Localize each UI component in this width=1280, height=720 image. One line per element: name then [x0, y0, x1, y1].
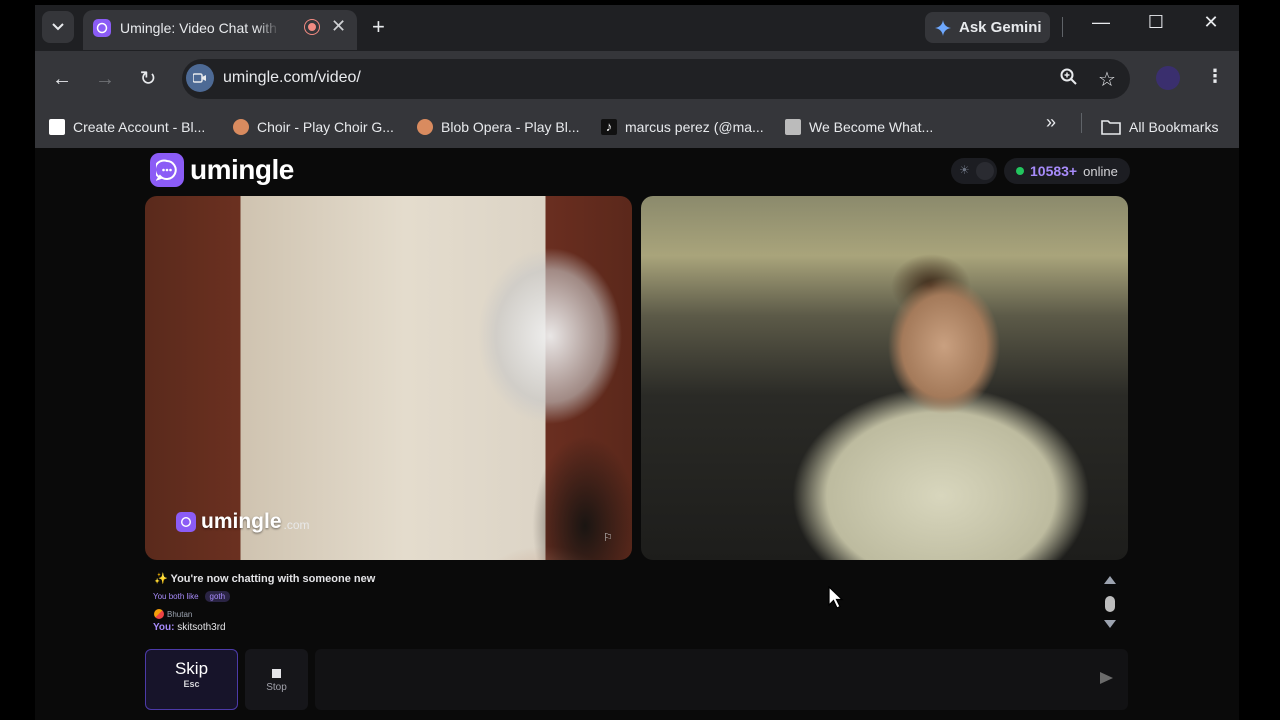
bhutan-flag-icon — [154, 609, 164, 619]
chat-bubble-icon — [176, 512, 196, 532]
bookmark-favicon-icon — [785, 119, 801, 135]
divider — [1062, 17, 1063, 37]
bookmark-label: Blob Opera - Play Bl... — [441, 119, 580, 135]
bookmark-label: Choir - Play Choir G... — [257, 119, 394, 135]
gemini-sparkle-icon — [935, 19, 951, 36]
mouse-cursor-icon — [828, 585, 844, 615]
bookmark-item[interactable]: Create Account - Bl... — [49, 114, 205, 140]
skip-label: Skip — [174, 659, 209, 678]
umingle-favicon-icon — [93, 19, 111, 37]
bookmark-item[interactable]: Choir - Play Choir G... — [233, 114, 394, 140]
zoom-icon[interactable] — [1060, 68, 1078, 91]
forward-icon[interactable]: → — [92, 66, 118, 92]
stop-icon — [272, 669, 281, 678]
online-counter: 10583+ online — [1004, 158, 1130, 184]
all-bookmarks-label: All Bookmarks — [1129, 119, 1219, 135]
url-text: umingle.com/video/ — [223, 69, 361, 86]
country-name: Bhutan — [167, 609, 193, 619]
bookmark-star-icon[interactable]: ☆ — [1098, 67, 1116, 92]
bookmark-favicon-icon — [233, 119, 249, 135]
interest-tag: goth — [204, 591, 231, 602]
sun-icon: ☀ — [959, 163, 970, 177]
toggle-knob — [976, 162, 994, 180]
chat-bubble-icon — [150, 153, 184, 187]
skip-button[interactable]: Skip Esc — [145, 649, 238, 710]
send-icon[interactable] — [1100, 672, 1113, 684]
site-info-icon[interactable] — [186, 64, 214, 92]
gemini-label: Ask Gemini — [959, 19, 1042, 36]
chat-log: ✨ You're now chatting with someone new Y… — [145, 567, 1128, 639]
divider — [1081, 113, 1082, 133]
skip-shortcut: Esc — [183, 679, 200, 689]
chat-message: You: skitsoth3rd — [153, 622, 226, 633]
tab-title: Umingle: Video Chat with Strangers — [120, 20, 280, 36]
ask-gemini-button[interactable]: Ask Gemini — [925, 12, 1050, 43]
message-input[interactable] — [315, 649, 1128, 710]
more-bookmarks-icon[interactable]: » — [1046, 112, 1056, 133]
new-tab-button[interactable]: + — [372, 14, 385, 40]
common-label: You both like — [153, 592, 199, 601]
tab-search-button[interactable] — [42, 11, 74, 43]
profile-avatar[interactable] — [1156, 66, 1180, 90]
scroll-thumb[interactable] — [1105, 596, 1115, 612]
bookmark-favicon-icon — [49, 119, 65, 135]
system-message: ✨ You're now chatting with someone new — [154, 573, 376, 585]
umingle-logo[interactable]: umingle — [150, 153, 294, 187]
folder-icon — [1101, 120, 1121, 135]
recording-icon — [305, 20, 319, 34]
message-text: skitsoth3rd — [177, 622, 226, 633]
watermark-suffix: .com — [283, 518, 310, 532]
maximize-icon[interactable]: ☐ — [1141, 12, 1171, 33]
chat-scrollbar[interactable] — [1102, 576, 1118, 632]
browser-tab[interactable]: Umingle: Video Chat with Strangers ✕ — [83, 10, 357, 50]
close-window-icon[interactable]: ✕ — [1196, 12, 1226, 33]
self-video — [641, 196, 1128, 560]
theme-toggle[interactable]: ☀ — [951, 158, 997, 184]
scroll-down-icon[interactable] — [1104, 620, 1116, 628]
online-count: 10583+ — [1030, 163, 1078, 179]
bookmark-item[interactable]: Blob Opera - Play Bl... — [417, 114, 580, 140]
minimize-icon[interactable]: — — [1086, 12, 1116, 33]
menu-icon[interactable]: ⋮ — [1206, 66, 1224, 87]
online-dot-icon — [1016, 167, 1024, 175]
reload-icon[interactable]: ↻ — [135, 66, 161, 92]
stranger-country: Bhutan — [154, 609, 192, 619]
stop-label: Stop — [266, 682, 287, 693]
chevron-down-icon — [52, 23, 64, 31]
common-interests: You both like goth — [153, 591, 231, 602]
tiktok-icon: ♪ — [601, 119, 617, 135]
bookmark-favicon-icon — [417, 119, 433, 135]
bookmark-label: Create Account - Bl... — [73, 119, 206, 135]
back-icon[interactable]: ← — [49, 66, 75, 92]
all-bookmarks-button[interactable]: All Bookmarks — [1101, 114, 1218, 140]
bookmark-label: marcus perez (@ma... — [625, 119, 764, 135]
stop-button[interactable]: Stop — [245, 649, 308, 710]
close-tab-icon[interactable]: ✕ — [331, 16, 346, 37]
watermark-text: umingle — [201, 510, 282, 533]
message-author: You: — [153, 622, 175, 633]
scroll-up-icon[interactable] — [1104, 576, 1116, 584]
stranger-video — [145, 196, 632, 560]
logo-text: umingle — [190, 154, 294, 185]
bookmark-item[interactable]: We Become What... — [785, 114, 933, 140]
online-label: online — [1083, 163, 1118, 179]
report-flag-icon[interactable]: ⚐ — [603, 531, 613, 544]
video-watermark: umingle .com — [176, 510, 310, 534]
bookmark-label: We Become What... — [809, 119, 934, 135]
bookmark-item[interactable]: ♪ marcus perez (@ma... — [601, 114, 764, 140]
